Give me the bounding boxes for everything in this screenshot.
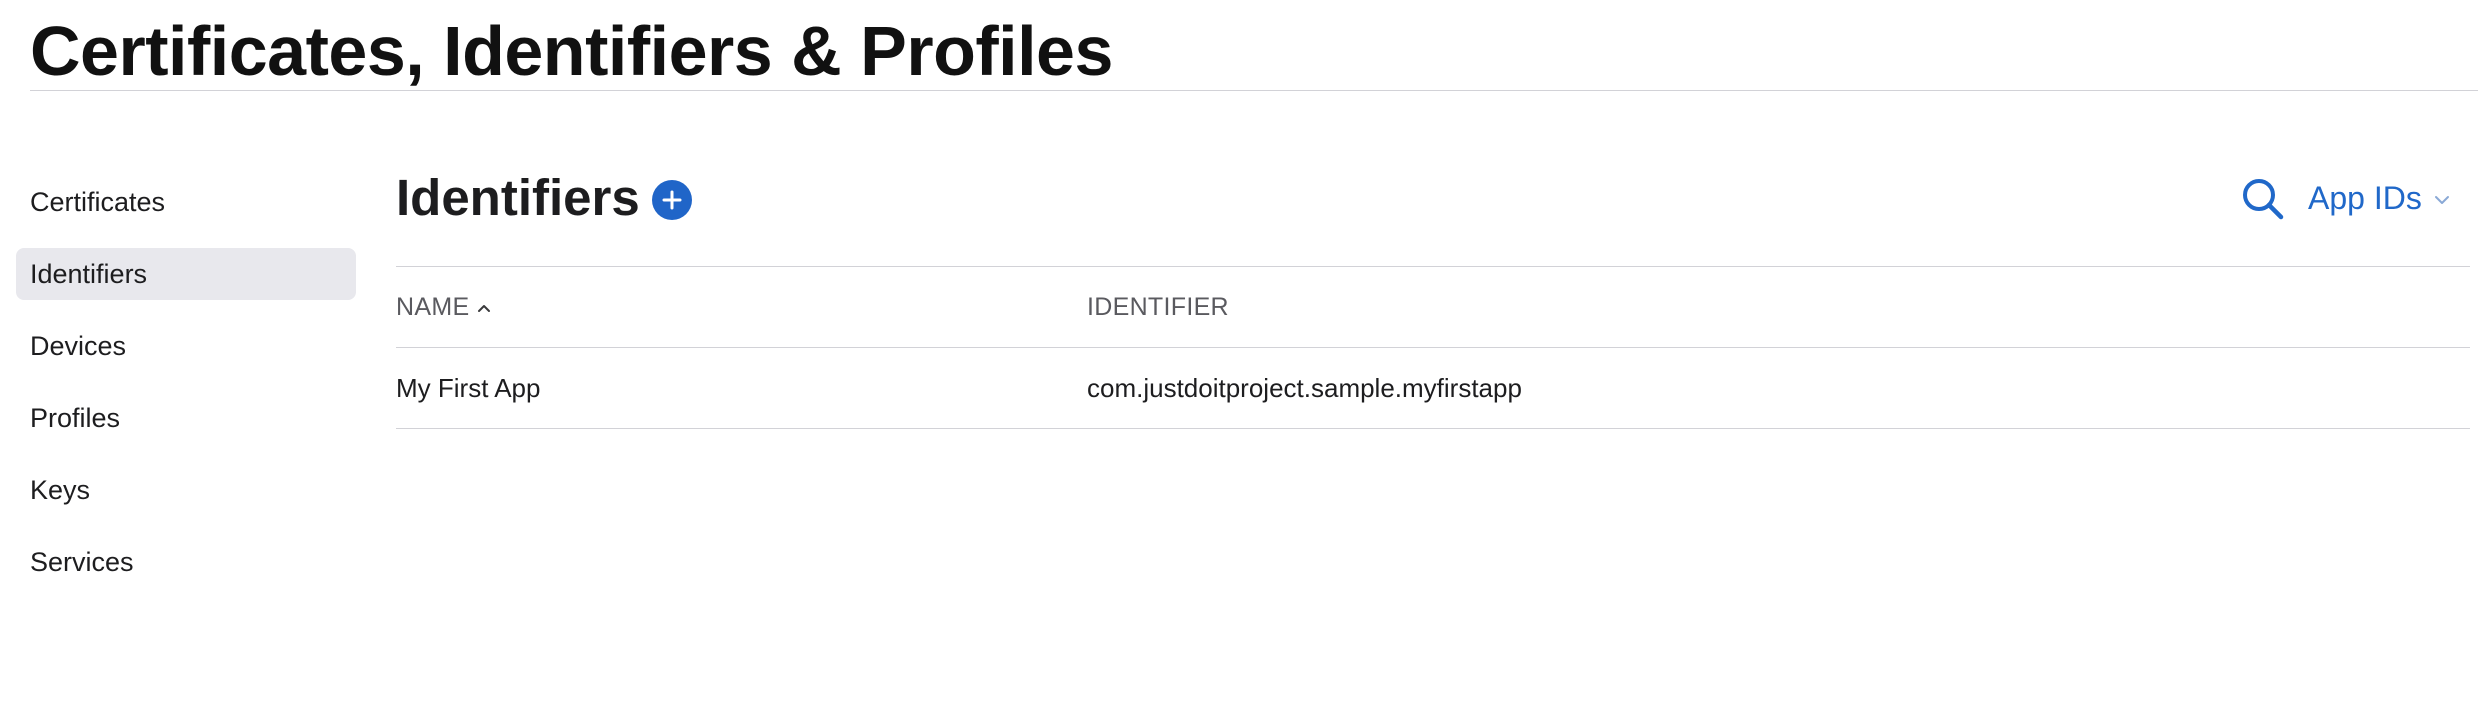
column-header-identifier[interactable]: IDENTIFIER xyxy=(1087,267,1229,347)
column-header-label: NAME xyxy=(396,293,470,321)
chevron-up-icon xyxy=(478,305,491,312)
table-row[interactable]: My First App com.justdoitproject.sample.… xyxy=(396,348,2470,428)
column-header-name[interactable]: NAME xyxy=(396,267,491,347)
filter-selected-label: App IDs xyxy=(2308,179,2422,216)
table-header-row: NAME IDENTIFIER xyxy=(396,267,2470,347)
section-title: Identifiers xyxy=(396,169,640,226)
page-title: Certificates, Identifiers & Profiles xyxy=(30,12,1113,90)
sidebar-item-label: Services xyxy=(30,547,134,577)
sidebar-item-profiles[interactable]: Profiles xyxy=(16,392,356,444)
plus-circle-icon xyxy=(662,190,682,210)
title-divider xyxy=(30,90,2478,91)
sidebar-item-keys[interactable]: Keys xyxy=(16,464,356,516)
sidebar-item-services[interactable]: Services xyxy=(16,536,356,588)
column-header-label: IDENTIFIER xyxy=(1087,293,1229,321)
sidebar-item-label: Certificates xyxy=(30,187,166,217)
sidebar-item-certificates[interactable]: Certificates xyxy=(16,176,356,228)
sidebar-item-identifiers[interactable]: Identifiers xyxy=(16,248,356,300)
section-header: Identifiers xyxy=(396,166,692,230)
sidebar-item-label: Profiles xyxy=(30,403,121,433)
sidebar: Certificates Identifiers Devices Profile… xyxy=(16,176,356,608)
search-icon xyxy=(2243,179,2284,220)
chevron-down-icon xyxy=(2434,196,2449,204)
sidebar-item-label: Devices xyxy=(30,331,127,361)
add-identifier-button[interactable] xyxy=(651,180,692,220)
identifiers-table: NAME IDENTIFIER My First App com.justdoi… xyxy=(396,266,2470,429)
app-ids-filter-dropdown[interactable]: App IDs xyxy=(2308,172,2450,224)
sidebar-item-devices[interactable]: Devices xyxy=(16,320,356,372)
sidebar-item-label: Keys xyxy=(30,475,91,505)
row-name: My First App xyxy=(396,373,541,403)
table-row-divider xyxy=(396,428,2470,429)
row-identifier: com.justdoitproject.sample.myfirstapp xyxy=(1087,373,1522,403)
sidebar-item-label: Identifiers xyxy=(30,259,148,289)
search-button[interactable] xyxy=(2240,176,2286,222)
